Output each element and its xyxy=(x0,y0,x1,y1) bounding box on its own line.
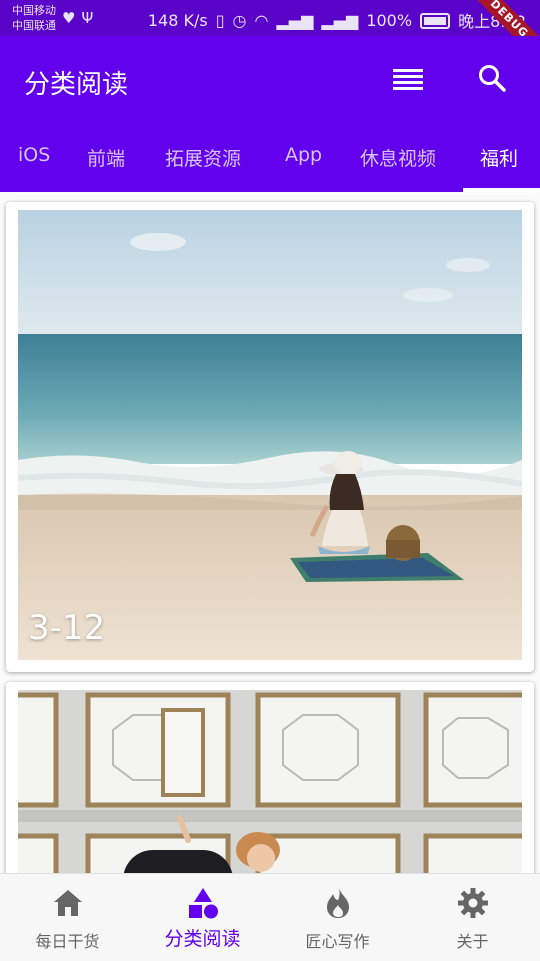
nav-category[interactable]: 分类阅读 xyxy=(135,874,270,961)
heart-icon: ♥ xyxy=(62,9,82,27)
shapes-icon xyxy=(188,888,218,919)
status-right: 148 K/s ▯ ◷ ◠ ▂▄▆ ▂▄▆ 100% 晚上8:52 xyxy=(148,8,526,32)
nav-daily-label: 每日干货 xyxy=(35,932,100,951)
tab-videos[interactable]: 休息视频 xyxy=(360,144,436,171)
nav-writing-label: 匠心写作 xyxy=(305,932,370,951)
app-bar: 分类阅读 iOS 前端 拓展资源 App 休息视频 福利 xyxy=(0,36,540,192)
carrier-2: 中国联通 xyxy=(12,19,56,32)
tab-welfare[interactable]: 福利 xyxy=(480,144,518,171)
notification-icons: ♥Ψ xyxy=(62,9,99,27)
nav-category-label: 分类阅读 xyxy=(164,928,241,950)
list-menu-icon[interactable] xyxy=(393,69,423,91)
photo-card[interactable]: 3-12 xyxy=(6,202,534,672)
photo-card[interactable] xyxy=(6,682,534,873)
woman-by-windows-photo[interactable] xyxy=(18,690,522,873)
date-label: 3-12 xyxy=(28,608,106,648)
photo-feed[interactable]: 3-12 xyxy=(0,192,540,873)
category-tabs: iOS 前端 拓展资源 App 休息视频 福利 xyxy=(0,136,540,192)
woman-on-beach-photo[interactable]: 3-12 xyxy=(18,210,522,660)
battery-percent: 100% xyxy=(366,10,413,30)
tab-ios[interactable]: iOS xyxy=(18,144,50,166)
battery-icon xyxy=(420,13,451,29)
tab-frontend[interactable]: 前端 xyxy=(87,144,125,171)
nav-about[interactable]: 关于 xyxy=(405,874,540,961)
status-bar: 中国移动 中国联通 ♥Ψ 148 K/s ▯ ◷ ◠ ▂▄▆ ▂▄▆ 100% … xyxy=(0,0,540,72)
bottom-navigation: 每日干货 分类阅读 匠心写作 关于 xyxy=(0,873,540,961)
carrier-1: 中国移动 xyxy=(12,4,56,17)
usb-icon: Ψ xyxy=(81,9,100,27)
vibrate-icon: ▯ xyxy=(215,10,225,30)
windows-image xyxy=(18,690,522,873)
signal-icon-2: ▂▄▆ xyxy=(321,10,359,30)
nav-writing[interactable]: 匠心写作 xyxy=(270,874,405,961)
flame-icon xyxy=(326,888,349,918)
signal-icon: ▂▄▆ xyxy=(276,10,314,30)
search-icon[interactable] xyxy=(476,62,508,94)
carrier-info: 中国移动 中国联通 xyxy=(12,3,56,33)
wifi-icon: ◠ xyxy=(254,10,269,30)
tab-app[interactable]: App xyxy=(285,144,322,166)
network-speed: 148 K/s xyxy=(147,10,208,30)
home-icon xyxy=(53,890,82,916)
nav-daily[interactable]: 每日干货 xyxy=(0,874,135,961)
beach-image xyxy=(18,210,522,660)
page-title: 分类阅读 xyxy=(24,70,129,100)
gear-icon xyxy=(457,888,488,918)
alarm-icon: ◷ xyxy=(232,10,247,30)
tab-resources[interactable]: 拓展资源 xyxy=(165,144,241,171)
nav-about-label: 关于 xyxy=(456,932,489,951)
